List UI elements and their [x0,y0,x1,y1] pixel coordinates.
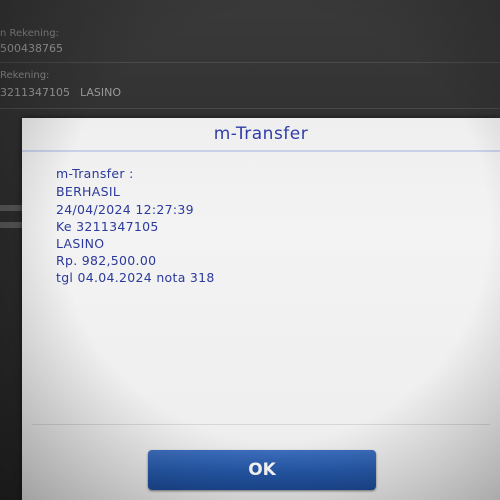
background-row-name: LASINO [80,86,122,99]
background-row-value: 500438765 [0,42,63,55]
background-row-label: n Rekening: [0,28,59,39]
background-fragment [0,205,22,211]
transfer-result-dialog: m-Transfer m-Transfer : BERHASIL 24/04/2… [22,118,500,500]
dialog-title: m-Transfer [213,124,309,144]
background-fragment [0,222,22,228]
background-row-source-account: n Rekening: 500438765 [0,22,500,63]
message-note: tgl 04.04.2024 nota 318 [56,270,215,285]
button-divider [32,424,490,425]
message-line: m-Transfer : [56,166,134,181]
message-status: BERHASIL [56,184,121,199]
message-recipient-name: LASINO [56,236,105,251]
message-destination-account: Ke 3211347105 [56,219,159,234]
background-row-label: Rekening: [0,70,50,81]
background-row-destination-account: Rekening: 3211347105 LASINO [0,64,500,109]
message-amount: Rp. 982,500.00 [56,253,157,268]
background-row-value: 3211347105 [0,86,70,99]
title-divider [22,150,500,152]
phone-screen: n Rekening: 500438765 Rekening: 32113471… [0,0,500,500]
ok-button[interactable]: OK [148,450,376,490]
message-datetime: 24/04/2024 12:27:39 [56,202,194,217]
